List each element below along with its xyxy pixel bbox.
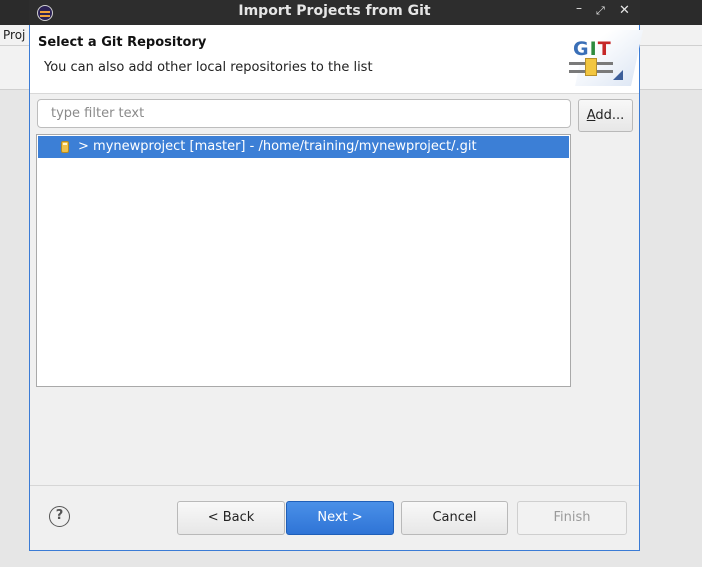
dialog-title: Import Projects from Git [238, 3, 431, 19]
finish-button: Finish [517, 501, 627, 535]
dialog-title-bar[interactable]: Import Projects from Git – ⤢ ✕ [29, 0, 640, 25]
help-icon[interactable]: ? [49, 506, 70, 527]
next-button[interactable]: Next > [286, 501, 394, 535]
add-repository-button[interactable]: Add... [578, 99, 633, 132]
git-repository-icon [61, 141, 69, 153]
wizard-page-title: Select a Git Repository [38, 35, 207, 50]
git-logo-text: GIT [573, 38, 612, 60]
background-menu-project[interactable]: Proj [3, 28, 25, 42]
cancel-button[interactable]: Cancel [401, 501, 508, 535]
close-icon[interactable]: ✕ [619, 3, 630, 18]
wizard-page-description: You can also add other local repositorie… [44, 60, 373, 75]
repository-row[interactable]: > mynewproject [master] - /home/training… [38, 136, 569, 158]
maximize-icon[interactable]: ⤢ [596, 4, 605, 18]
footer-separator [30, 485, 639, 486]
filter-input[interactable] [37, 99, 571, 128]
import-git-dialog: Import Projects from Git – ⤢ ✕ Select a … [29, 0, 643, 551]
back-button[interactable]: < Back [177, 501, 285, 535]
git-banner-icon: GIT [563, 28, 643, 88]
repository-list[interactable]: > mynewproject [master] - /home/training… [36, 134, 571, 387]
wizard-header: Select a Git Repository You can also add… [30, 25, 643, 94]
minimize-icon[interactable]: – [576, 1, 582, 15]
repository-label: > mynewproject [master] - /home/training… [78, 139, 477, 154]
